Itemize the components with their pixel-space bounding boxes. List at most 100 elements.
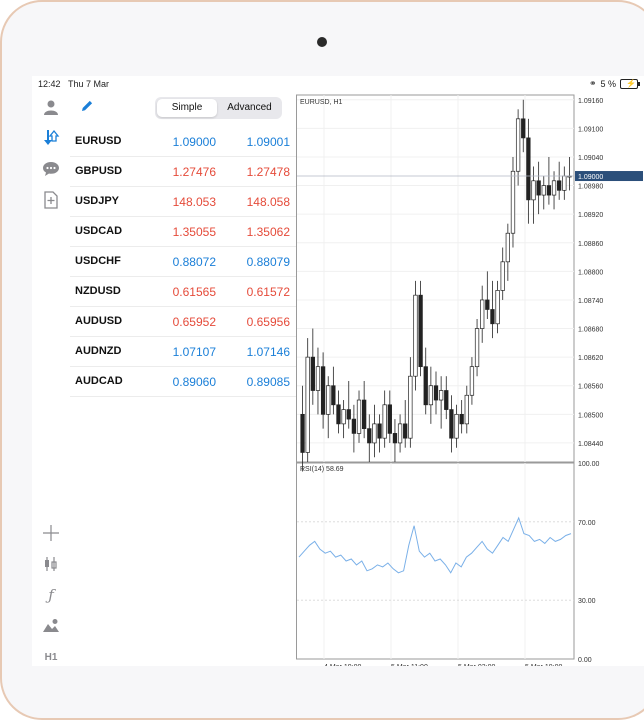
bull-candle	[382, 404, 387, 439]
price-tick-label: 1.08740	[578, 298, 603, 305]
bull-candle	[510, 170, 516, 234]
bear-candle	[346, 409, 351, 420]
status-date: Thu 7 Mar	[68, 79, 110, 89]
view-mode-segmented-control: Simple Advanced	[155, 97, 282, 119]
quote-ask: 1.35062	[246, 225, 290, 239]
battery-icon: ⚡	[620, 78, 640, 89]
quotes-list: EURUSD 1.09000 1.09001 GBPUSD 1.27476 1.27478…	[70, 127, 296, 397]
objects-icon[interactable]	[41, 616, 61, 636]
quote-row[interactable]: USDCHF 0.88072 0.88079	[70, 247, 296, 277]
bull-candle	[515, 118, 521, 172]
quote-bid: 0.61565	[172, 285, 216, 299]
quote-row[interactable]: AUDCAD 0.89060 0.89085	[70, 367, 296, 397]
bear-candle	[300, 413, 305, 453]
chart-svg[interactable]: 1.09160 1.09100 1.09040 1.08980 1.08920 1.088…	[296, 91, 644, 666]
quote-row[interactable]: GBPUSD 1.27476 1.27478	[70, 157, 296, 187]
bear-candle	[336, 404, 341, 425]
bear-candle	[521, 118, 526, 139]
bear-candle	[377, 423, 382, 439]
rsi-tick-label: 70.00	[578, 520, 596, 527]
bull-candle	[469, 366, 475, 396]
bear-candle	[546, 185, 552, 196]
quote-symbol: USDCAD	[75, 225, 123, 237]
quote-row[interactable]: USDJPY 148.053 148.058	[70, 187, 296, 217]
price-tick-label: 1.08680	[578, 327, 603, 334]
quote-row[interactable]: USDCAD 1.35055 1.35062	[70, 217, 296, 247]
quotes-arrows-icon[interactable]	[41, 128, 61, 148]
bull-candle	[500, 261, 505, 291]
quote-bid: 0.65952	[172, 315, 216, 329]
status-time: 12:42	[38, 79, 61, 89]
new-document-icon[interactable]	[41, 190, 61, 210]
simple-tab[interactable]: Simple	[157, 99, 217, 117]
function-icon[interactable]: ƒ	[41, 585, 61, 605]
rsi-tick-label: 30.00	[578, 598, 596, 605]
bear-candle	[459, 413, 464, 425]
price-tick-label: 1.08860	[578, 241, 603, 248]
quote-row[interactable]: NZDUSD 0.61565 0.61572	[70, 277, 296, 307]
quote-row[interactable]: EURUSD 1.09000 1.09001	[70, 127, 296, 157]
account-icon[interactable]	[41, 97, 61, 117]
chat-icon[interactable]	[41, 159, 61, 179]
bear-candle	[485, 299, 490, 310]
chart-panel[interactable]: 1.09160 1.09100 1.09040 1.08980 1.08920 1.088…	[296, 91, 644, 666]
quote-symbol: USDJPY	[75, 195, 120, 207]
bear-candle	[423, 366, 428, 406]
quote-row[interactable]: AUDUSD 0.65952 0.65956	[70, 307, 296, 337]
bull-candle	[495, 290, 500, 325]
price-tick-label: 1.08980	[578, 184, 603, 191]
quote-ask: 148.058	[246, 195, 290, 209]
quote-bid: 1.09000	[172, 135, 216, 149]
bear-candle	[526, 137, 531, 201]
timeframe-button[interactable]: H1	[41, 647, 61, 666]
quote-bid: 1.27476	[172, 165, 216, 179]
quote-ask: 1.09001	[246, 135, 290, 149]
price-tick-label: 1.08500	[578, 412, 603, 419]
quote-symbol: USDCHF	[75, 255, 121, 267]
chart-title: EURUSD, H1	[300, 99, 343, 106]
rsi-line	[298, 516, 572, 574]
bull-candle	[505, 232, 510, 263]
price-tick-label: 1.08440	[578, 441, 603, 448]
bear-candle	[367, 428, 372, 444]
rsi-tick-label: 100.00	[578, 461, 600, 468]
crosshair-icon[interactable]	[41, 523, 61, 543]
bear-candle	[351, 418, 357, 434]
bull-candle	[428, 385, 434, 406]
quote-symbol: AUDNZD	[75, 345, 122, 357]
bull-candle	[408, 375, 413, 439]
quote-symbol: NZDUSD	[75, 285, 121, 297]
bull-candle	[454, 413, 459, 439]
bull-candle	[341, 409, 346, 425]
price-tick-label: 1.08560	[578, 384, 603, 391]
quote-ask: 0.65956	[246, 315, 290, 329]
bear-candle	[331, 385, 336, 406]
bull-candle	[413, 294, 418, 377]
bull-candle	[464, 394, 469, 425]
bull-candle	[438, 390, 444, 401]
quote-bid: 0.89060	[172, 375, 216, 389]
bear-candle	[444, 390, 449, 410]
bear-candle	[490, 309, 495, 325]
bear-candle	[557, 180, 562, 191]
quote-symbol: EURUSD	[75, 135, 122, 147]
pencil-icon[interactable]	[80, 99, 94, 117]
quote-ask: 1.07146	[246, 345, 290, 359]
battery-percent: 5 %	[600, 78, 616, 89]
bull-candle	[356, 399, 362, 434]
link-icon: ⚭	[588, 78, 597, 88]
advanced-tab[interactable]: Advanced	[219, 99, 280, 117]
bull-candle	[305, 356, 310, 453]
bull-candle	[541, 185, 546, 196]
quotes-header: Simple Advanced +	[70, 91, 310, 127]
price-tick-label: 1.09040	[578, 155, 603, 162]
indicators-icon[interactable]	[41, 554, 61, 574]
bull-candle	[531, 180, 536, 201]
bull-candle	[315, 366, 321, 391]
quote-row[interactable]: AUDNZD 1.07107 1.07146	[70, 337, 296, 367]
bull-candle	[562, 175, 567, 191]
quote-ask: 0.88079	[246, 255, 290, 269]
status-bar: 12:42 Thu 7 Mar ⚭ 5 % ⚡	[32, 76, 644, 91]
current-price-label: 1.09000	[578, 174, 603, 181]
price-tick-label: 1.09100	[578, 126, 603, 133]
